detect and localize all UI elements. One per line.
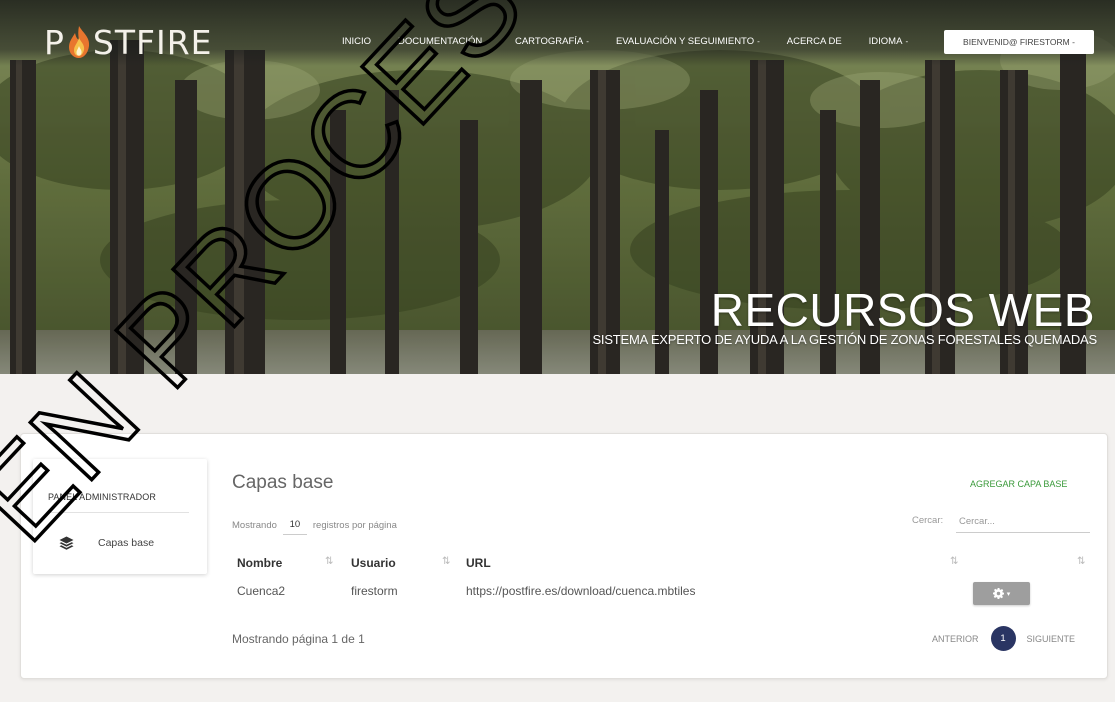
dropdown-caret-icon: - <box>905 36 909 46</box>
sort-icon[interactable]: ⇅ <box>950 556 958 567</box>
page-length-suffix: registros por página <box>312 519 397 531</box>
dropdown-caret-icon: - <box>586 36 589 46</box>
logo-text-end: STFIRE <box>92 22 213 62</box>
add-base-layer-button[interactable]: AGREGAR CAPA BASE <box>970 479 1067 489</box>
column-header-usuario[interactable]: Usuario <box>351 556 396 570</box>
page-length-prefix: Mostrando <box>232 519 277 531</box>
section-title: Capas base <box>232 472 334 493</box>
dropdown-caret-icon: ▾ <box>1006 590 1011 598</box>
page-title: RECURSOS WEB <box>710 284 1095 336</box>
page-length-control: Mostrando 10 registros por página <box>232 515 397 535</box>
search-label: Cercar: <box>912 515 944 526</box>
dropdown-caret-icon: - <box>485 36 488 46</box>
sort-icon[interactable]: ⇅ <box>442 556 450 567</box>
pagination-page-1[interactable]: 1 <box>990 626 1016 651</box>
sidebar-item-label: Capas base <box>98 537 155 549</box>
cell-url: https://postfire.es/download/cuenca.mbti… <box>466 584 696 598</box>
postfire-logo[interactable]: P STFIRE <box>44 20 213 64</box>
pagination-info: Mostrando página 1 de 1 <box>232 632 365 646</box>
search-input[interactable] <box>956 511 1090 533</box>
column-header-nombre[interactable]: Nombre <box>237 556 282 570</box>
sort-icon[interactable]: ⇅ <box>325 556 333 567</box>
gear-icon <box>992 588 1004 599</box>
user-menu-button[interactable]: BIENVENID@ FIRESTORM - <box>944 30 1094 54</box>
nav-item-idioma[interactable]: IDIOMA - <box>869 36 908 47</box>
cell-usuario: firestorm <box>351 584 398 598</box>
nav-item-evaluacion[interactable]: EVALUACIÓN Y SEGUIMIENTO - <box>616 36 760 47</box>
admin-sidebar: PANEL ADMINISTRADOR Capas base <box>33 459 207 574</box>
sidebar-title: PANEL ADMINISTRADOR <box>48 492 189 513</box>
nav-item-documentacion[interactable]: DOCUMENTACIÓN - <box>398 36 488 47</box>
main-nav: INICIO DOCUMENTACIÓN - CARTOGRAFÍA - EVALU… <box>342 31 935 51</box>
cell-nombre: Cuenca2 <box>237 584 286 598</box>
row-actions-button[interactable]: ▾ <box>973 582 1030 605</box>
nav-item-cartografia[interactable]: CARTOGRAFÍA - <box>515 36 589 47</box>
nav-item-acerca-de[interactable]: ACERCA DE <box>787 36 842 47</box>
sort-icon[interactable]: ⇅ <box>1077 556 1085 567</box>
pagination: ANTERIOR 1 SIGUIENTE <box>932 626 1075 651</box>
dropdown-caret-icon: - <box>757 36 760 46</box>
hero-banner: P STFIRE INICIO DOCUMENTACIÓN - CARTOGRAF… <box>0 0 1115 374</box>
pagination-next[interactable]: SIGUIENTE <box>1027 634 1076 644</box>
page-subtitle: SISTEMA EXPERTO DE AYUDA A LA GESTIÓN DE… <box>592 332 1097 347</box>
nav-item-inicio[interactable]: INICIO <box>342 36 371 47</box>
flame-icon <box>68 26 90 58</box>
logo-text-start: P <box>44 22 65 62</box>
page-length-select[interactable]: 10 <box>282 519 307 535</box>
layers-icon <box>59 536 74 550</box>
pagination-previous[interactable]: ANTERIOR <box>932 634 979 644</box>
column-header-url[interactable]: URL <box>466 556 491 570</box>
sidebar-item-capas-base[interactable]: Capas base <box>59 536 154 550</box>
